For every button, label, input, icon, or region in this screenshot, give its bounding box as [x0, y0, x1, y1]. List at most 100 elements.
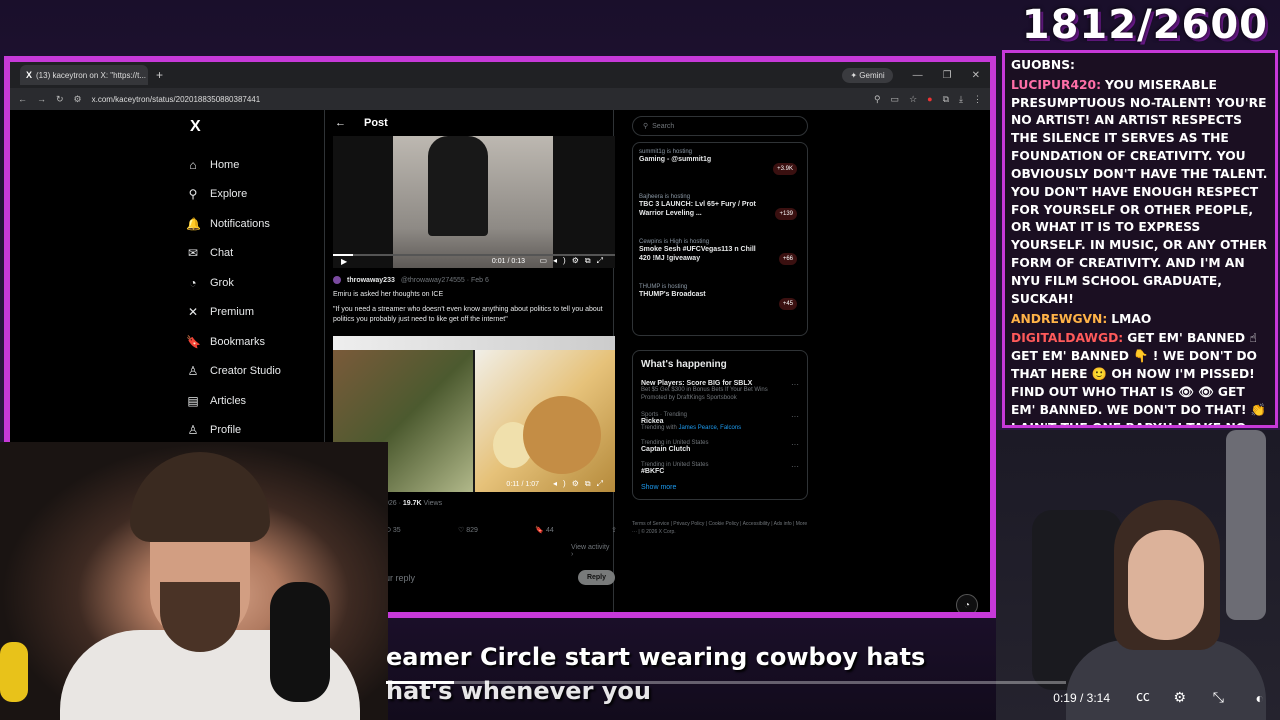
search-input[interactable]: ⚲ Search — [632, 116, 808, 136]
media-time: 0:11 / 1:07 — [506, 481, 539, 488]
like-button[interactable]: ♡ 829 — [458, 526, 478, 534]
nav-item-grok[interactable]: ◔ Grok — [186, 268, 316, 298]
nav-item-chat[interactable]: ✉ Chat — [186, 239, 316, 269]
search-icon: ⚲ — [188, 187, 198, 202]
share-icon[interactable]: ⇪ — [611, 526, 617, 534]
chat-username[interactable]: ANDREWGVN: — [1011, 312, 1107, 326]
nav-item-home[interactable]: ⌂ Home — [186, 150, 316, 180]
settings-gear-icon[interactable]: ⚙ — [1173, 689, 1186, 706]
post-header: ← Post — [325, 110, 613, 136]
back-icon[interactable]: ← — [18, 94, 27, 104]
trend-with-names[interactable]: James Pearce, Falcons — [678, 425, 741, 431]
url-field[interactable]: x.com/kaceytron/status/20201883508803874… — [92, 95, 864, 104]
streamer-hair — [130, 452, 270, 542]
download-icon[interactable]: ⤓ — [959, 94, 963, 105]
trend-more-icon[interactable]: ··· — [791, 380, 799, 389]
space-listener-count: +45 — [778, 298, 797, 310]
nav-item-premium[interactable]: ✕ Premium — [186, 298, 316, 328]
home-icon: ⌂ — [189, 157, 197, 172]
chat-username[interactable]: GUOBNS: — [1011, 58, 1075, 72]
quoted-post[interactable]: throwaway233 @throwaway274555 · Feb 6 Em… — [333, 276, 615, 324]
grok-icon: ◔ — [189, 275, 197, 290]
trend-more-icon[interactable]: ··· — [791, 462, 799, 471]
view-activity-link[interactable]: View activity › — [571, 544, 613, 558]
captions-icon[interactable]: ㏄ — [1136, 686, 1150, 706]
happening-title: What's happening — [641, 359, 727, 370]
footer-links[interactable]: Terms of Service | Privacy Policy | Cook… — [632, 520, 808, 536]
gemini-button[interactable]: ✦ Gemini — [842, 67, 893, 83]
play-icon[interactable]: ▶ — [341, 257, 347, 266]
chat-message: ANDREWGVN: LMAO — [1011, 311, 1269, 329]
avatar — [333, 276, 341, 284]
reply-input[interactable]: ur reply — [385, 573, 415, 583]
nav-item-bookmarks[interactable]: 🔖 Bookmarks — [186, 327, 316, 357]
space-title: Smoke Sesh #UFCVegas113 n Chill 420 !MJ … — [639, 246, 756, 263]
trend-item[interactable]: New Players: Score BIG for SBLX Bet $5 Ge… — [641, 380, 799, 403]
media-cookie — [523, 396, 601, 474]
trend-name: New Players: Score BIG for SBLX — [641, 380, 753, 387]
trend-item[interactable]: Trending in United States #BKFC ··· — [641, 462, 799, 475]
guest-face — [1128, 530, 1204, 640]
player-progress-track[interactable] — [386, 681, 1066, 684]
space-title: TBC 3 LAUNCH: Lvl 65+ Fury / Prot Warrio… — [639, 201, 756, 218]
trend-item[interactable]: Trending in United States Captain Clutch ·… — [641, 440, 799, 453]
player-time: 0:19 / 3:14 — [1053, 691, 1110, 705]
search-icon: ⚲ — [643, 123, 649, 130]
new-tab-button[interactable]: + — [156, 68, 163, 82]
chat-username[interactable]: LUCIPUR420: — [1011, 78, 1101, 92]
reply-button[interactable]: Reply — [577, 570, 615, 585]
views-label: Views — [421, 500, 443, 507]
mail-icon: ✉ — [187, 246, 199, 261]
grok-float-icon[interactable]: ◔ — [956, 594, 978, 612]
cast-icon[interactable]: ▭ — [891, 94, 900, 105]
bookmark-button[interactable]: 🔖 44 — [535, 526, 553, 534]
zoom-icon[interactable]: ⚲ — [874, 94, 881, 105]
extensions-icon[interactable]: ⧉ — [943, 94, 949, 105]
nav-label: Creator Studio — [210, 365, 281, 378]
back-arrow-icon[interactable]: ← — [335, 117, 346, 129]
site-info-icon[interactable]: ⚙ — [74, 94, 82, 105]
forward-icon[interactable]: → — [37, 94, 46, 104]
nav-item-profile[interactable]: ♙ Profile — [186, 416, 316, 446]
nav-item-notifications[interactable]: 🔔 Notifications — [186, 209, 316, 239]
live-space-item[interactable]: Cewpins is High is hosting Smoke Sesh #U… — [639, 239, 801, 284]
bookmark-icon: 🔖 — [186, 334, 201, 349]
chat-panel: GUOBNS: LUCIPUR420: YOU MISERABLE PRESUMPT… — [1002, 50, 1278, 428]
nav-item-explore[interactable]: ⚲ Explore — [186, 180, 316, 210]
minimize-icon[interactable]: — — [913, 70, 923, 81]
minimize-player-icon[interactable]: ⤡ — [1213, 689, 1224, 706]
close-window-icon[interactable]: ✕ — [972, 70, 980, 81]
video-player[interactable]: ▶ 0:01 / 0:13 ▭◂)⚙⧉⤢ — [333, 136, 615, 268]
tab-bar: X (13) kaceytron on X: "https://t... ✕ +… — [10, 62, 990, 88]
streamer-webcam — [0, 442, 388, 720]
chat-message: GUOBNS: — [1011, 57, 1269, 75]
video-progress-fill — [333, 254, 353, 256]
maximize-icon[interactable]: ❐ — [943, 70, 952, 81]
volume-icon[interactable]: ◐ — [1256, 690, 1264, 706]
trend-more-icon[interactable]: ··· — [791, 440, 799, 449]
browser-tab[interactable]: X (13) kaceytron on X: "https://t... ✕ — [20, 65, 148, 85]
reload-icon[interactable]: ↻ — [56, 94, 64, 105]
microphone — [270, 582, 330, 702]
menu-icon[interactable]: ⋮ — [973, 94, 982, 105]
mic-arm — [1226, 430, 1266, 620]
chat-message: LUCIPUR420: YOU MISERABLE PRESUMPTUOUS NO… — [1011, 77, 1269, 309]
extension-icon[interactable]: ● — [927, 94, 932, 104]
nav-item-creator-studio[interactable]: ♙ Creator Studio — [186, 357, 316, 387]
quote-author: throwaway233 @throwaway274555 · Feb 6 — [333, 276, 615, 284]
nav-label: Home — [210, 158, 240, 171]
live-space-item[interactable]: THUMP is hosting THUMP's Broadcast +45 — [639, 284, 801, 329]
video-controls-icons[interactable]: ▭◂)⚙⧉⤢ — [539, 256, 609, 266]
star-icon[interactable]: ☆ — [909, 94, 917, 105]
live-space-item[interactable]: Bajheera is hosting TBC 3 LAUNCH: Lvl 65… — [639, 194, 801, 239]
quote-name: throwaway233 — [347, 276, 395, 284]
media-controls-icons[interactable]: ◂)⚙⧉⤢ — [553, 479, 609, 489]
trend-more-icon[interactable]: ··· — [791, 412, 799, 421]
nav-item-articles[interactable]: ▤ Articles — [186, 386, 316, 416]
x-logo[interactable]: X — [190, 118, 316, 136]
trend-desc: Bet $5 Get $300 in Bonus Bets If Your Be… — [641, 387, 768, 393]
live-space-item[interactable]: summit1g is hosting Gaming - @summit1g +… — [639, 149, 801, 194]
show-more-link[interactable]: Show more — [641, 484, 799, 491]
chat-username[interactable]: DIGITALDAWGD: — [1011, 331, 1123, 345]
trend-item[interactable]: Sports · Trending Rickea Trending with Jam… — [641, 412, 799, 431]
